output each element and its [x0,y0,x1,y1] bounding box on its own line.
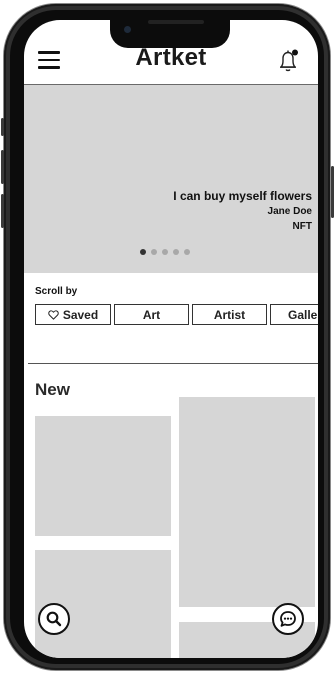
scroll-by-label: Scroll by [35,286,78,297]
artwork-card[interactable] [179,397,315,607]
new-section-title: New [35,380,70,399]
carousel-pagination [140,249,190,257]
carousel-dot[interactable] [151,249,157,255]
hero-artist-name: Jane Doe [267,206,312,217]
hero-artwork-type: NFT [292,221,312,232]
bell-notification-icon[interactable] [276,48,300,74]
artwork-card[interactable] [35,416,171,536]
carousel-dot[interactable] [173,249,179,255]
filter-chip-label: Saved [62,307,99,322]
front-camera-icon [124,26,131,33]
speaker-grille [148,20,204,24]
hero-artwork-title: I can buy myself flowers [173,189,312,203]
filter-chip-saved[interactable]: Saved [35,304,111,325]
stage: Artket I can buy myself flowers Jane Doe… [0,0,335,676]
filter-chip-art[interactable]: Art [114,304,189,325]
hero-banner[interactable]: I can buy myself flowers Jane Doe NFT [24,85,318,273]
search-icon [46,611,62,627]
filter-chip-artist[interactable]: Artist [192,304,267,325]
search-button[interactable] [38,603,70,635]
app-title: Artket [135,44,207,71]
carousel-dot[interactable] [162,249,168,255]
filter-chip-label: Artist [213,307,246,322]
filter-chip-gallery[interactable]: Galle [270,304,318,325]
phone-notch [110,20,230,48]
section-divider [28,363,318,364]
chat-button[interactable] [272,603,304,635]
app-screen: Artket I can buy myself flowers Jane Doe… [24,20,318,658]
carousel-dot[interactable] [140,249,146,255]
phone-side-button-power [331,166,334,218]
phone-side-button-volume-down [1,194,4,228]
phone-side-button-silent [1,118,4,136]
heart-outline-icon [48,309,59,320]
filter-chip-label: Galle [288,307,318,322]
phone-side-button-volume-up [1,150,4,184]
filter-chip-label: Art [142,307,161,322]
carousel-dot[interactable] [184,249,190,255]
chat-bubble-icon [280,611,296,627]
